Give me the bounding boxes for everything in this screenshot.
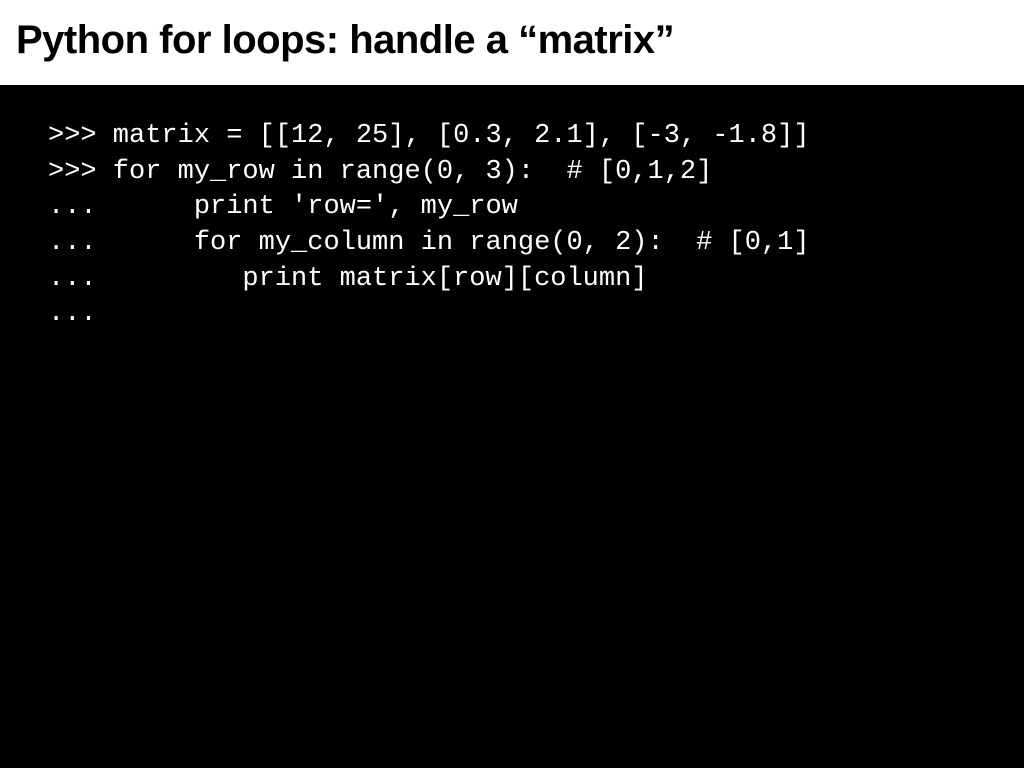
- slide-title: Python for loops: handle a “matrix”: [16, 18, 1008, 63]
- title-area: Python for loops: handle a “matrix”: [0, 0, 1024, 85]
- code-line: ... print 'row=', my_row: [48, 192, 518, 222]
- code-line: ... print matrix[row][column]: [48, 264, 648, 294]
- slide: Python for loops: handle a “matrix” >>> …: [0, 0, 1024, 768]
- code-block: >>> matrix = [[12, 25], [0.3, 2.1], [-3,…: [48, 119, 976, 333]
- code-line: >>> for my_row in range(0, 3): # [0,1,2]: [48, 157, 712, 187]
- code-line: ...: [48, 299, 97, 329]
- code-area: >>> matrix = [[12, 25], [0.3, 2.1], [-3,…: [0, 85, 1024, 768]
- code-line: ... for my_column in range(0, 2): # [0,1…: [48, 228, 810, 258]
- code-line: >>> matrix = [[12, 25], [0.3, 2.1], [-3,…: [48, 121, 810, 151]
